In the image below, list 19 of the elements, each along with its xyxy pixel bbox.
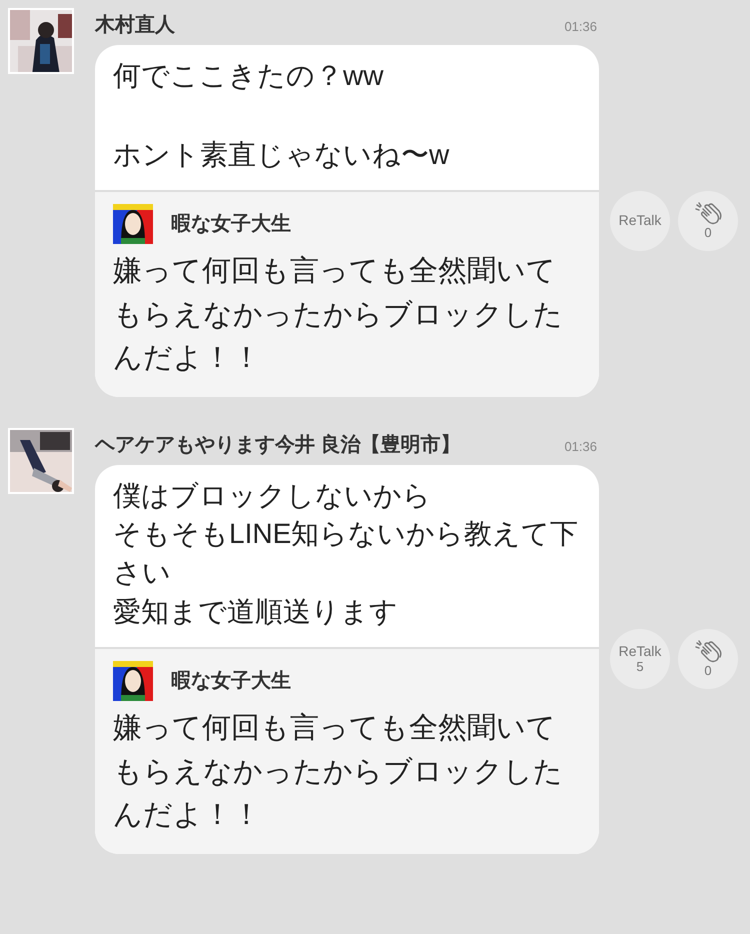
message-text: ホント素直じゃないね〜w [113, 138, 450, 172]
quoted-author: 暇な女子大生 [171, 212, 291, 238]
message-time: 01:36 [564, 18, 597, 36]
clapping-hands-icon [693, 640, 723, 664]
quoted-author: 暇な女子大生 [171, 669, 291, 694]
message-time: 01:36 [564, 438, 597, 456]
sender-name: 木村直人 [95, 13, 175, 38]
retalk-button[interactable]: ReTalk [610, 190, 670, 251]
quoted-text: 嫌って何回も言っても全然聞いてもらえなかったからブロックしたんだよ！！ [113, 711, 564, 834]
clap-button[interactable]: 0 [678, 629, 738, 690]
message-text: 愛知まで道順送ります [113, 594, 399, 629]
message-text: そもそもLINE知らないから教えて下さい [113, 517, 579, 590]
clapping-hands-icon [693, 202, 723, 226]
message-text: 何でここきたの？ww [113, 59, 384, 93]
quoted-text: 嫌って何回も言っても全然聞いてもらえなかったからブロックしたんだよ！！ [113, 254, 564, 376]
message-text: 僕はブロックしないから [113, 478, 432, 513]
clap-button[interactable]: 0 [678, 190, 738, 251]
retalk-button[interactable]: ReTalk 5 [610, 629, 670, 690]
sender-name: ヘアケアもやります今井 良治【豊明市】 [95, 432, 461, 458]
